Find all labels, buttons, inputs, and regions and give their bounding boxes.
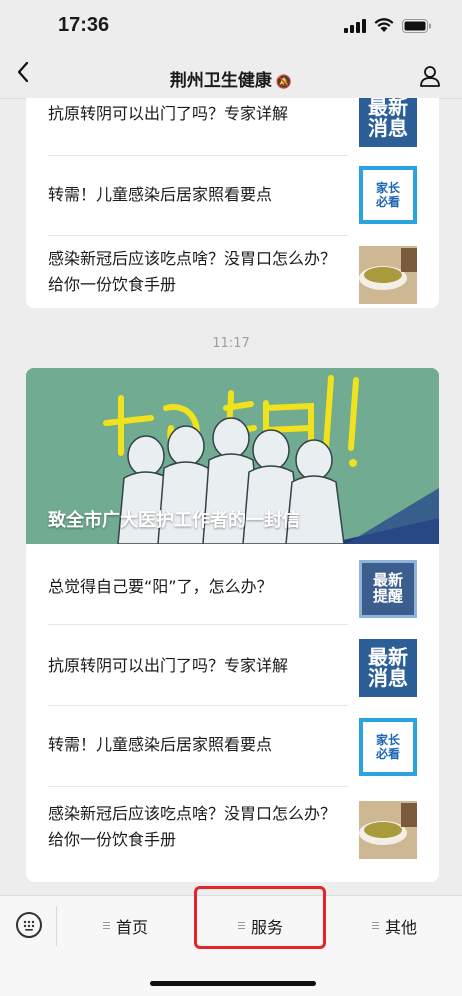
latest-news-thumbnail: 最新 消息 xyxy=(359,98,417,147)
article-title: 感染新冠后应该吃点啥？没胃口怎么办？给你一份饮食手册 xyxy=(48,249,337,294)
nav-bar: 荆州卫生健康 🔕 xyxy=(0,54,462,99)
list-item[interactable]: 抗原转阴可以出门了吗？专家详解 最新 消息 xyxy=(26,98,439,158)
list-item[interactable]: 感染新冠后应该吃点啥？没胃口怎么办？给你一份饮食手册 xyxy=(26,787,439,877)
thumb-line: 最新 xyxy=(368,645,408,669)
list-item[interactable]: 转需！儿童感染后居家照看要点 家长 必看 xyxy=(26,706,439,786)
list-item[interactable]: 总觉得自己要“阳”了，怎么办？ 最新 提醒 xyxy=(26,544,439,624)
food-bowl-icon xyxy=(359,246,417,304)
menu-tab-label: 首页 xyxy=(116,918,149,937)
thumb-line: 提醒 xyxy=(372,587,403,605)
page-title: 荆州卫生健康 🔕 xyxy=(0,66,462,91)
latest-news-thumbnail: 最新 消息 xyxy=(359,639,417,697)
thumb-line: 最新 xyxy=(368,98,408,119)
message-list[interactable]: 抗原转阴可以出门了吗？专家详解 最新 消息 转需！儿童感染后居家照看要点 家长 … xyxy=(0,98,462,895)
page-title-text: 荆州卫生健康 xyxy=(169,71,272,91)
article-title: 抗原转阴可以出门了吗？专家详解 xyxy=(48,656,289,675)
keyboard-icon xyxy=(23,920,35,931)
list-item[interactable]: 感染新冠后应该吃点啥？没胃口怎么办？给你一份饮食手册 xyxy=(26,236,439,308)
article-card: 致全市广大医护工作者的一封信 总觉得自己要“阳”了，怎么办？ 最新 提醒 抗原转… xyxy=(26,368,439,882)
menu-tab-home[interactable]: 首页 xyxy=(103,914,148,938)
status-icons xyxy=(344,18,432,33)
bottom-menu-bar: 首页 服务 其他 xyxy=(0,886,462,996)
article-title: 抗原转阴可以出门了吗？专家详解 xyxy=(48,104,289,123)
thumb-line: 消息 xyxy=(368,666,408,690)
menu-lines-icon xyxy=(103,922,110,930)
parent-must-see-thumbnail: 家长 必看 xyxy=(359,718,417,776)
thumb-line: 必看 xyxy=(375,747,400,761)
keyboard-toggle-button[interactable] xyxy=(16,912,42,938)
article-card: 抗原转阴可以出门了吗？专家详解 最新 消息 转需！儿童感染后居家照看要点 家长 … xyxy=(26,98,439,308)
battery-icon xyxy=(402,18,431,33)
article-title: 转需！儿童感染后居家照看要点 xyxy=(48,735,273,754)
wifi-icon xyxy=(374,18,394,32)
status-bar: 17:36 xyxy=(0,0,462,54)
person-icon xyxy=(420,66,440,87)
article-title: 感染新冠后应该吃点啥？没胃口怎么办？给你一份饮食手册 xyxy=(48,804,337,849)
list-item[interactable]: 转需！儿童感染后居家照看要点 家长 必看 xyxy=(26,156,439,236)
message-timestamp: 11:17 xyxy=(212,336,250,351)
article-title: 转需！儿童感染后居家照看要点 xyxy=(48,185,273,204)
thumb-line: 家长 xyxy=(375,732,400,747)
home-indicator xyxy=(150,981,316,986)
profile-button[interactable] xyxy=(418,64,442,92)
signal-icon xyxy=(344,18,366,33)
highlight-box xyxy=(194,886,326,949)
article-title: 总觉得自己要“阳”了，怎么办？ xyxy=(48,577,273,596)
menu-tab-label: 其他 xyxy=(385,918,418,937)
thumb-line: 消息 xyxy=(368,116,408,140)
mute-bell-icon: 🔕 xyxy=(275,75,293,90)
food-bowl-icon xyxy=(359,801,417,859)
hero-banner[interactable]: 致全市广大医护工作者的一封信 xyxy=(26,368,439,544)
list-item[interactable]: 抗原转阴可以出门了吗？专家详解 最新 消息 xyxy=(26,625,439,705)
parent-must-see-thumbnail: 家长 必看 xyxy=(359,166,417,224)
menu-lines-icon xyxy=(372,922,379,930)
divider xyxy=(56,906,57,946)
food-bowl-thumbnail xyxy=(359,801,417,859)
thumb-line: 必看 xyxy=(375,195,400,209)
thumb-line: 家长 xyxy=(375,180,400,195)
status-time: 17:36 xyxy=(58,14,110,36)
hero-title: 致全市广大医护工作者的一封信 xyxy=(48,510,300,531)
latest-reminder-thumbnail: 最新 提醒 xyxy=(359,560,417,618)
food-bowl-thumbnail xyxy=(359,246,417,304)
menu-tab-other[interactable]: 其他 xyxy=(372,914,417,938)
